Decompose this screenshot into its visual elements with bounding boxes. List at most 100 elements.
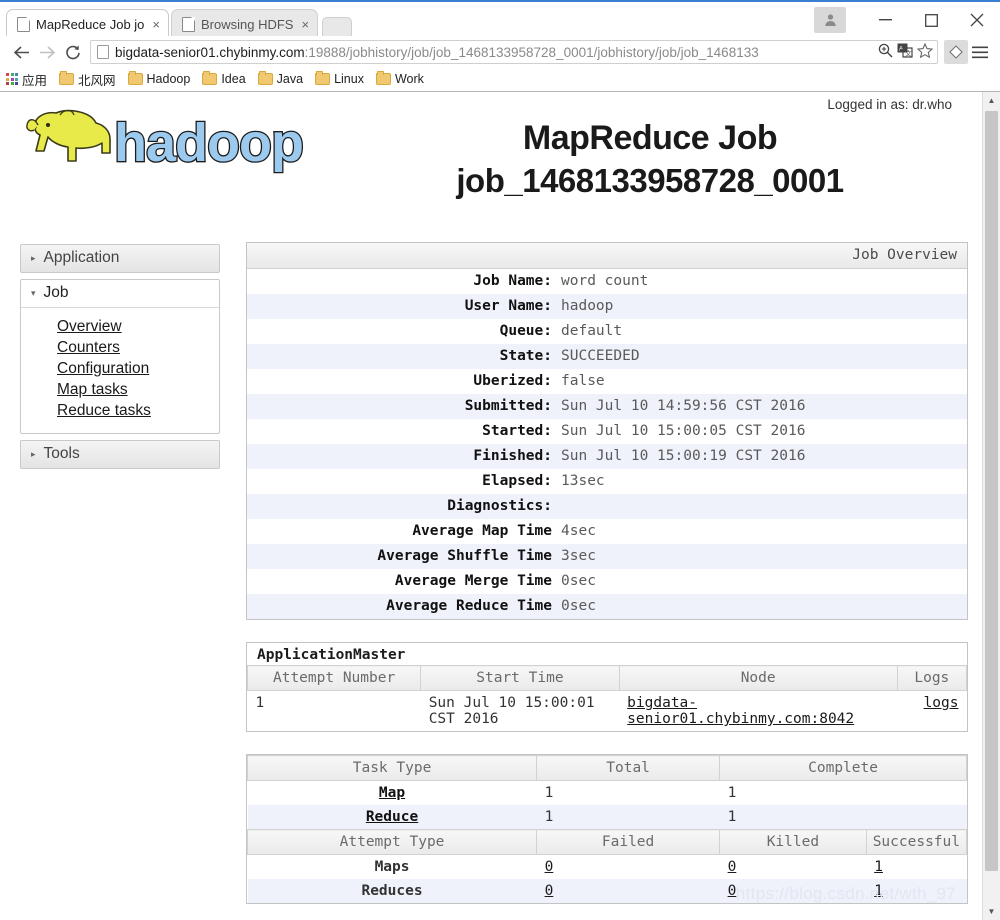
- sidebar-group-label: Tools: [43, 445, 80, 462]
- reduces-successful-link[interactable]: 1: [874, 883, 883, 899]
- row-key: User Name:: [464, 298, 552, 314]
- table-row: Average Merge Time 0sec: [247, 569, 967, 594]
- cell-attempt-type: Reduces: [361, 883, 423, 899]
- table-row: Started: Sun Jul 10 15:00:05 CST 2016: [247, 419, 967, 444]
- window-controls: [814, 2, 1000, 38]
- column-header-start-time[interactable]: Start Time: [420, 665, 620, 691]
- table-row: Map 1 1: [248, 781, 967, 806]
- browser-chrome: MapReduce Job jo × Browsing HDFS × bigda…: [0, 0, 1000, 92]
- folder-icon: [202, 71, 218, 85]
- elephant-glyph: [26, 109, 111, 162]
- hamburger-menu-icon: [972, 45, 988, 58]
- browser-window: MapReduce Job jo × Browsing HDFS × bigda…: [0, 0, 1000, 920]
- bookmark-idea[interactable]: Idea: [202, 71, 246, 86]
- map-tasks-link[interactable]: Map: [379, 785, 405, 801]
- sidebar-item-map-tasks[interactable]: Map tasks: [57, 379, 219, 400]
- logs-link[interactable]: logs: [924, 695, 959, 711]
- column-header-node[interactable]: Node: [618, 665, 898, 691]
- close-icon: [970, 13, 984, 27]
- bookmark-linux[interactable]: Linux: [315, 71, 364, 86]
- row-key: Queue:: [499, 323, 552, 339]
- bookmark-hadoop[interactable]: Hadoop: [127, 71, 190, 86]
- sidebar-item-reduce-tasks[interactable]: Reduce tasks: [57, 400, 219, 421]
- table-row: User Name: hadoop: [247, 294, 967, 319]
- job-overview-table: Job Name: word count User Name: hadoop Que…: [247, 269, 967, 619]
- new-tab-button[interactable]: [322, 17, 353, 38]
- cell-killed: 0: [720, 855, 867, 880]
- sidebar-group-job[interactable]: ▾ Job: [20, 279, 220, 308]
- hadoop-jobhistory-page: Logged in as: dr.who hadoop MapReduce Jo…: [0, 92, 982, 920]
- reload-button[interactable]: [60, 39, 86, 65]
- zoom-icon[interactable]: [878, 43, 893, 61]
- bookmark-work[interactable]: Work: [375, 71, 424, 86]
- bookmark-java[interactable]: Java: [257, 71, 304, 86]
- column-header-killed[interactable]: Killed: [719, 829, 867, 855]
- browser-menu-button[interactable]: [968, 40, 992, 64]
- column-header-logs[interactable]: Logs: [896, 665, 968, 691]
- back-button[interactable]: [8, 39, 34, 65]
- scroll-up-button[interactable]: ▲: [983, 92, 1000, 109]
- reduce-tasks-link[interactable]: Reduce: [366, 809, 418, 825]
- maps-killed-link[interactable]: 0: [728, 859, 737, 875]
- column-header-failed[interactable]: Failed: [536, 829, 721, 855]
- bookmark-label: Linux: [334, 72, 364, 86]
- close-icon[interactable]: ×: [152, 18, 160, 31]
- folder-icon: [127, 71, 143, 85]
- folder-icon: [59, 71, 75, 85]
- address-bar[interactable]: bigdata-senior01.chybinmy.com:19888/jobh…: [90, 40, 938, 64]
- page-viewport: Logged in as: dr.who hadoop MapReduce Jo…: [0, 92, 1000, 920]
- vertical-scrollbar[interactable]: ▲ ▼: [982, 92, 1000, 920]
- tab-label: Browsing HDFS: [201, 16, 294, 32]
- reload-icon: [66, 45, 80, 60]
- table-row: Finished: Sun Jul 10 15:00:19 CST 2016: [247, 444, 967, 469]
- column-header-task-type[interactable]: Task Type: [246, 755, 538, 781]
- column-header-attempt-number[interactable]: Attempt Number: [246, 665, 422, 691]
- title-bar: MapReduce Job jo × Browsing HDFS ×: [0, 0, 1000, 38]
- page-icon: [17, 16, 30, 32]
- maps-failed-link[interactable]: 0: [545, 859, 554, 875]
- sidebar-group-tools[interactable]: ▸ Tools: [20, 440, 220, 469]
- reduces-killed-link[interactable]: 0: [728, 883, 737, 899]
- translate-icon[interactable]: A文: [897, 43, 913, 61]
- sidebar-item-overview[interactable]: Overview: [57, 316, 219, 337]
- row-value: default: [561, 323, 623, 339]
- node-link[interactable]: bigdata-senior01.chybinmy.com:8042: [627, 695, 854, 727]
- scrollbar-thumb[interactable]: [985, 111, 998, 871]
- sidebar-item-counters[interactable]: Counters: [57, 337, 219, 358]
- job-overview-title: Job Overview: [247, 243, 967, 269]
- arrow-right-icon: [39, 45, 55, 59]
- hadoop-wordmark: hadoop: [113, 112, 306, 175]
- forward-button[interactable]: [34, 39, 60, 65]
- cell-task-type: Map: [248, 781, 537, 806]
- bookmark-label: 北风网: [78, 73, 116, 88]
- column-header-total[interactable]: Total: [536, 755, 721, 781]
- column-header-attempt-type[interactable]: Attempt Type: [246, 829, 538, 855]
- column-header-successful[interactable]: Successful: [865, 829, 968, 855]
- bookmark-label: Java: [276, 72, 304, 86]
- row-key: State:: [499, 348, 552, 364]
- maps-successful-link[interactable]: 1: [874, 859, 883, 875]
- tab-mapreduce-job[interactable]: MapReduce Job jo ×: [6, 9, 169, 38]
- sidebar-group-application[interactable]: ▸ Application: [20, 244, 220, 273]
- user-profile-icon[interactable]: [814, 7, 846, 33]
- maximize-button[interactable]: [908, 5, 954, 35]
- row-key: Uberized:: [473, 373, 552, 389]
- row-key: Average Reduce Time: [386, 598, 552, 614]
- bookmark-beifengwang[interactable]: 北风网: [59, 70, 116, 89]
- cell-total: 1: [544, 809, 554, 825]
- url-host: bigdata-senior01.chybinmy.com: [115, 44, 305, 60]
- close-icon[interactable]: ×: [301, 18, 309, 31]
- reduces-failed-link[interactable]: 0: [545, 883, 554, 899]
- page-icon: [97, 45, 109, 59]
- page-icon: [182, 16, 195, 32]
- minimize-button[interactable]: [862, 5, 908, 35]
- sidebar-item-configuration[interactable]: Configuration: [57, 358, 219, 379]
- extension-icon[interactable]: [944, 40, 968, 64]
- tab-browsing-hdfs[interactable]: Browsing HDFS ×: [171, 9, 319, 38]
- row-value: false: [561, 373, 605, 389]
- column-header-complete[interactable]: Complete: [719, 755, 967, 781]
- bookmark-star-icon[interactable]: [916, 42, 934, 61]
- bookmark-apps[interactable]: 应用: [6, 70, 47, 89]
- scroll-down-button[interactable]: ▼: [983, 903, 1000, 920]
- close-window-button[interactable]: [954, 5, 1000, 35]
